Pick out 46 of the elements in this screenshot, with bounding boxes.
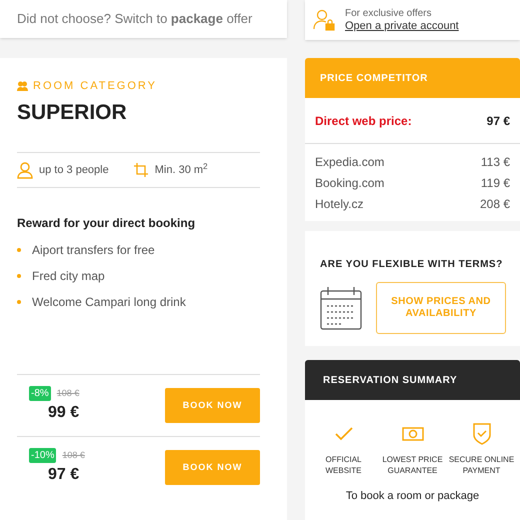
competitor-price: 208 € <box>480 196 510 212</box>
competitor-title: PRICE COMPETITOR <box>320 72 428 86</box>
account-caption: For exclusive offers <box>345 8 433 20</box>
feature-text: Min. 30 m$^{2}$ <box>154 162 208 178</box>
user-lock-icon <box>313 9 335 31</box>
bullet-icon <box>17 248 21 252</box>
calendar-icon <box>320 286 362 330</box>
banknote-icon <box>402 426 424 442</box>
competitor-price: 119 € <box>480 174 510 192</box>
reward-item: Aiport transfers for free <box>32 242 155 259</box>
benefit-label: OFFICIAL WEBSITE <box>324 454 362 476</box>
direct-price-label: Direct web price: <box>315 112 412 130</box>
old-price: 108 € <box>56 386 80 400</box>
shield-icon <box>472 423 490 445</box>
benefit-label: SECURE ONLINE PAYMENT <box>448 454 514 476</box>
discount-badge: -10% <box>29 448 56 463</box>
person-icon <box>17 162 33 178</box>
category-label: ROOM CATEGORY <box>33 79 157 94</box>
price: 97 € <box>47 465 80 485</box>
discount-badge: -8% <box>29 386 51 401</box>
package-prompt: Did not choose? Switch to package offer <box>17 10 252 28</box>
old-price: 108 € <box>62 448 85 462</box>
bullet-icon <box>17 300 21 304</box>
room-name: SUPERIOR <box>17 100 128 126</box>
show-prices-button[interactable]: SHOW PRICES AND AVAILABILITY <box>376 282 506 334</box>
private-account-link[interactable]: Open a private account <box>345 20 459 32</box>
benefit-label: LOWEST PRICE GUARANTEE <box>381 454 444 476</box>
summary-footer: To book a room or package <box>305 488 520 504</box>
price: 99 € <box>47 403 80 423</box>
book-now-button[interactable]: BOOK NOW <box>165 450 260 485</box>
reward-item: Fred city map <box>32 268 105 285</box>
reward-item: Welcome Campari long drink <box>32 294 186 311</box>
competitor-site: Booking.com <box>315 174 384 192</box>
check-icon <box>334 427 352 441</box>
competitor-site: Hotely.cz <box>315 196 364 212</box>
feature-text: up to 3 people <box>39 162 109 178</box>
competitor-site: Expedia.com <box>315 154 384 170</box>
direct-price: 97 € <box>486 112 510 130</box>
bullet-icon <box>17 274 21 278</box>
summary-title: RESERVATION SUMMARY <box>323 374 458 388</box>
crop-icon <box>132 162 149 178</box>
flexible-title: ARE YOU FLEXIBLE WITH TERMS? <box>320 258 504 272</box>
reward-title: Reward for your direct booking <box>17 215 196 232</box>
group-icon <box>17 81 28 92</box>
book-now-button[interactable]: BOOK NOW <box>165 388 260 423</box>
competitor-price: 113 € <box>480 154 510 170</box>
